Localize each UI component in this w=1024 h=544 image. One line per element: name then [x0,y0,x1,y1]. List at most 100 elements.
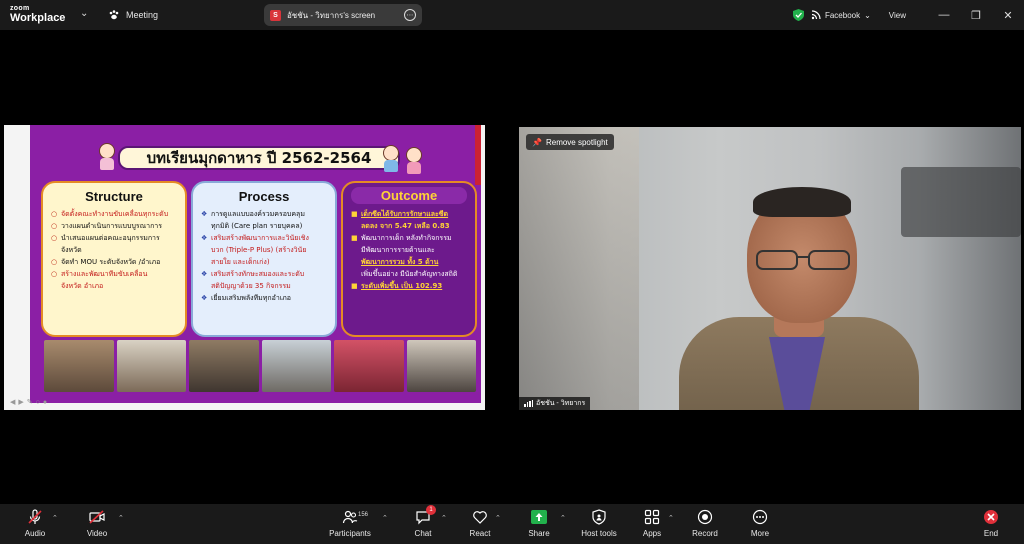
audio-button[interactable]: Audio [5,508,65,538]
participants-button[interactable]: 156 Participants [320,508,380,538]
structure-item: นำเสนอแผนต่อคณะอนุกรรมการ [51,232,179,244]
shield-icon [592,509,606,525]
shared-screen: บทเรียนมุกดาหาร ปี 2562-2564 Structure จ… [4,125,485,410]
livestream-label: Facebook [824,10,861,20]
outcome-heading: Outcome [351,187,467,204]
meeting-controls: Audio ⌃ Video ⌃ 156 Participants ⌃ 1 Cha… [0,504,1024,544]
process-item: สายใย และเด็กเก่ง) [211,258,270,266]
end-label: End [983,529,999,538]
react-label: React [469,529,491,538]
structure-item: วางแผนดำเนินการแบบบูรณาการ [51,220,179,232]
close-icon[interactable]: ✕ [992,9,1024,22]
structure-item: จังหวัด [61,246,82,254]
share-button[interactable]: Share [509,508,569,538]
outcome-item: พัฒนาการเด็ก หลังทำกิจกรรม [351,232,469,244]
record-button[interactable]: Record [675,508,735,538]
participant-name-tag: อัชชัน - วิทยากร [519,397,591,410]
process-item: เสริมสร้างทักษะสมองและระดับ [201,268,329,280]
screen-share-banner[interactable]: S อัชชัน - วิทยากร's screen ⋯ [264,4,422,26]
microphone-muted-icon [28,509,42,524]
more-icon [752,509,768,525]
event-photo [116,340,186,392]
host-tools-button[interactable]: Host tools [569,508,629,538]
presentation-slide: บทเรียนมุกดาหาร ปี 2562-2564 Structure จ… [30,125,481,403]
chat-caret-icon[interactable]: ⌃ [441,514,447,522]
host-tools-label: Host tools [581,529,617,538]
process-item: ทุกมิติ (Care plan รายบุคคล) [211,222,303,230]
structure-item: จัดตั้งคณะทำงานขับเคลื่อนทุกระดับ [51,208,179,220]
participants-count: 156 [358,512,369,518]
background-blur [519,127,639,410]
outcome-item: เด็กซีดได้รับการรักษาและซีด [351,208,469,220]
end-meeting-button[interactable]: End [961,508,1021,538]
structure-item: จังหวัด อำเภอ [61,282,104,290]
camera-off-icon [89,510,105,524]
end-call-icon [984,510,998,524]
glasses-shape [756,250,850,270]
more-label: More [750,529,770,538]
structure-item: สร้างและพัฒนาทีมขับเคลื่อน [51,268,179,280]
cartoon-kid-left-icon [96,143,118,171]
more-button[interactable]: More [730,508,790,538]
audio-label: Audio [24,529,46,538]
event-photo [406,340,476,392]
remove-spotlight-button[interactable]: 📌 Remove spotlight [526,134,614,150]
broadcast-icon [811,10,821,20]
participants-label: Participants [329,529,371,538]
participants-icon [342,510,358,524]
record-icon [697,509,713,525]
react-caret-icon[interactable]: ⌃ [495,514,501,522]
record-label: Record [692,529,718,538]
zoom-workplace-logo: zoom Workplace [10,5,65,24]
livestream-facebook-button[interactable]: Facebook ⌄ [811,10,871,20]
share-label: Share [528,529,550,538]
participants-caret-icon[interactable]: ⌃ [382,514,388,522]
view-button[interactable]: View [889,11,906,20]
process-item: เยี่ยมเสริมพลังทีมทุกอำเภอ [201,292,329,304]
slide-edge-accent [475,125,481,185]
outcome-box: Outcome เด็กซีดได้รับการรักษาและซีด ลดลง… [341,181,477,337]
meeting-info-button[interactable]: Meeting [108,9,158,21]
apps-caret-icon[interactable]: ⌃ [668,514,674,522]
structure-box: Structure จัดตั้งคณะทำงานขับเคลื่อนทุกระ… [41,181,187,337]
restore-icon[interactable]: ❐ [960,9,992,22]
top-bar: zoom Workplace ⌄ Meeting S อัชชัน - วิทย… [0,0,1024,30]
process-item: สติปัญญาด้วย 35 กิจกรรม [211,282,291,290]
structure-item: จัดทำ MOU ระดับจังหวัด /อำเภอ [51,256,179,268]
chevron-down-icon: ⌄ [864,10,871,20]
video-options-caret-icon[interactable]: ⌃ [118,514,124,522]
speaker-video-tile[interactable]: 📌 Remove spotlight อัชชัน - วิทยากร [519,127,1021,410]
more-options-icon[interactable]: ⋯ [404,9,416,21]
paw-icon [109,10,119,20]
outcome-item: เพิ่มขึ้นอย่าง มีนัยสำคัญทางสถิติ [361,270,458,278]
event-photo [44,340,114,392]
outcome-item: ลดลง จาก 5.47 เหลือ 0.83 [361,222,450,230]
slide-toolbar-icons[interactable]: ◀▶✎○● [10,398,50,406]
minimize-icon[interactable]: — [928,9,960,22]
process-item: เสริมสร้างพัฒนาการและวินัยเชิง [201,232,329,244]
video-button[interactable]: Video [67,508,127,538]
share-caret-icon[interactable]: ⌃ [560,514,566,522]
chevron-down-icon[interactable]: ⌄ [80,8,88,19]
signal-strength-icon [524,400,533,407]
apps-label: Apps [642,529,662,538]
photo-strip [44,340,476,392]
pin-icon: 📌 [532,137,542,147]
speaker-video [639,187,969,410]
structure-heading: Structure [85,189,143,204]
video-label: Video [86,529,108,538]
chat-button[interactable]: 1 Chat [393,505,453,538]
encryption-shield-icon[interactable] [792,9,804,21]
process-box: Process การดูแลแบบองค์รวมครอบคลุม ทุกมิต… [191,181,337,337]
outcome-item: พัฒนาการรวม ทั้ง 5 ด้าน [361,258,439,266]
outcome-item: ระดับเพิ่มขึ้น เป็น 102.93 [351,280,469,292]
logo-line1: zoom [10,5,30,12]
cartoon-kid-right2-icon [403,147,425,175]
sharer-avatar: S [270,9,281,21]
audio-options-caret-icon[interactable]: ⌃ [52,514,58,522]
share-banner-text: อัชชัน - วิทยากร's screen [287,10,376,20]
logo-line2: Workplace [10,12,66,24]
chat-label: Chat [414,529,432,538]
react-button[interactable]: React [450,508,510,538]
apps-button[interactable]: Apps [622,508,682,538]
